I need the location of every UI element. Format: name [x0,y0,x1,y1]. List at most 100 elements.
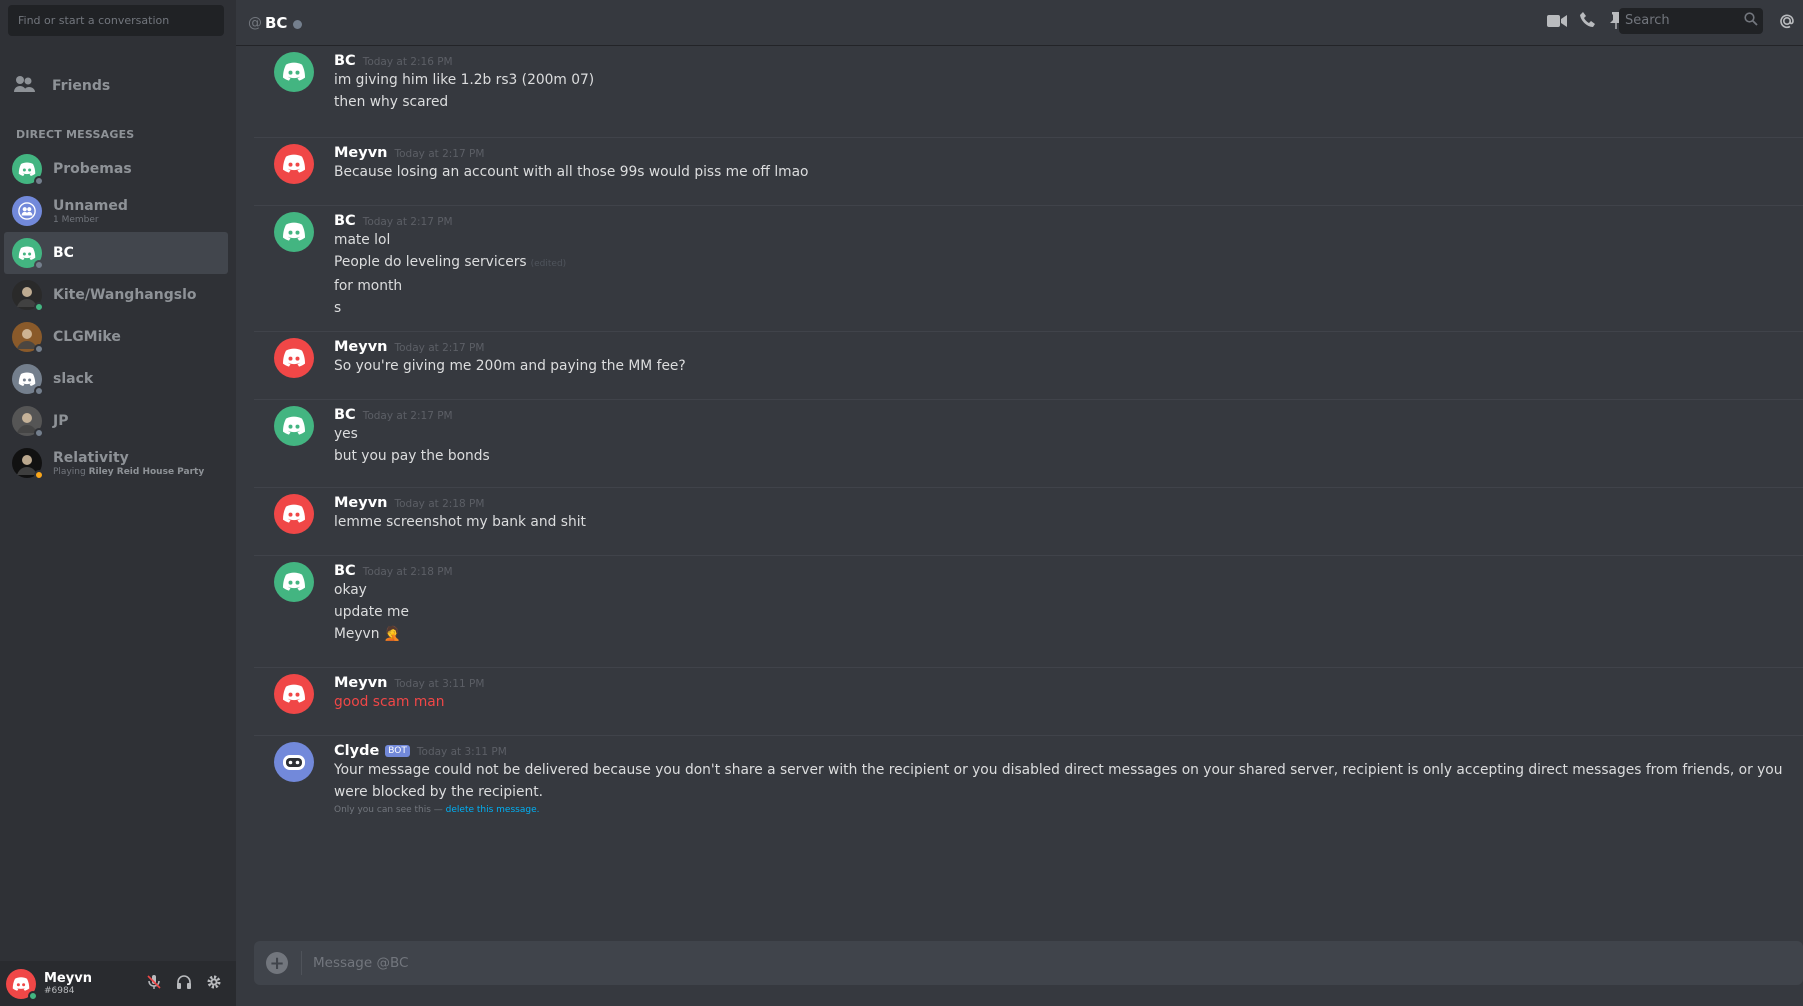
delete-message-link[interactable]: delete this message. [446,805,540,815]
message-line: Because losing an account with all those… [334,161,1803,183]
status-dot [34,386,44,396]
dm-name: BC [53,245,74,261]
message-avatar[interactable] [274,144,314,184]
status-dot [34,344,44,354]
message-text: okay [334,582,367,598]
dm-item[interactable]: Relativity Playing Riley Reid House Party [4,442,228,484]
message-timestamp: Today at 2:17 PM [394,148,485,160]
message-author[interactable]: Meyvn [334,339,388,355]
status-dot [34,428,44,438]
dm-activity-name: Riley Reid House Party [88,466,205,477]
user-panel: Meyvn #6984 [0,961,236,1006]
message-text: update me [334,604,409,620]
message-line: yes [334,423,1803,445]
message-author[interactable]: Clyde [334,743,379,759]
dm-item[interactable]: JP [4,400,228,442]
message-line: update me [334,601,1803,623]
message-text: lemme screenshot my bank and shit [334,514,586,530]
message-line: lemme screenshot my bank and shit [334,511,1803,533]
message-line: good scam man [334,691,1803,713]
message-avatar[interactable] [274,212,314,252]
status-dot [34,176,44,186]
dm-name: Kite/Wanghangslo [53,287,197,303]
mute-microphone-icon[interactable] [146,974,162,994]
find-conversation-input[interactable]: Find or start a conversation [8,5,224,36]
dm-item[interactable]: slack [4,358,228,400]
message-text: for month [334,278,403,294]
message-text: Because losing an account with all those… [334,164,809,180]
dm-item[interactable]: Unnamed 1 Member [4,190,228,232]
message-author[interactable]: Meyvn [334,145,388,161]
user-avatar[interactable] [6,968,38,1001]
message-group: Meyvn Today at 2:17 PM Because losing an a… [254,138,1803,206]
direct-messages-header: DIRECT MESSAGES [16,128,135,141]
message-author[interactable]: BC [334,213,356,229]
message-author[interactable]: BC [334,407,356,423]
message-line: Your message could not be delivered beca… [334,759,1803,803]
message-timestamp: Today at 2:18 PM [362,566,453,578]
message-text: People do leveling servicers [334,254,527,270]
message-composer: + Message @BC [254,941,1803,985]
dm-item[interactable]: Probemas [4,148,228,190]
message-avatar[interactable] [274,494,314,534]
dm-item[interactable]: CLGMike [4,316,228,358]
dm-avatar [12,406,44,438]
voice-call-icon[interactable] [1579,11,1597,33]
message-group: Meyvn Today at 2:17 PM So you're giving me… [254,332,1803,400]
message-avatar[interactable] [274,338,314,378]
ephemeral-note: Only you can see this — delete this mess… [334,805,1803,815]
status-dot [34,470,44,480]
message-author[interactable]: BC [334,53,356,69]
message-input[interactable]: Message @BC [313,955,408,971]
dm-avatar [12,154,44,186]
message-avatar[interactable] [274,52,314,92]
message-avatar[interactable] [274,742,314,782]
status-dot [34,260,44,270]
message-text: good scam man [334,694,445,710]
headphones-icon[interactable] [176,974,192,994]
user-tag: #6984 [44,986,75,996]
message-avatar[interactable] [274,674,314,714]
message-group: Meyvn Today at 3:11 PM good scam man [254,668,1803,736]
message-text: Meyvn 🤦 [334,626,402,642]
dm-name: JP [53,413,69,429]
video-call-icon[interactable] [1547,13,1567,32]
message-timestamp: Today at 3:11 PM [416,746,507,758]
message-avatar[interactable] [274,562,314,602]
message-line: but you pay the bonds [334,445,1803,467]
message-line: So you're giving me 200m and paying the … [334,355,1803,377]
search-input[interactable]: Search [1619,8,1763,34]
message-text: mate lol [334,232,391,248]
dm-sidebar: Find or start a conversation Friends DIR… [0,0,236,1006]
message-author[interactable]: BC [334,563,356,579]
message-line: People do leveling servicers (edited) [334,251,1803,275]
status-dot [34,302,44,312]
dm-subtext: 1 Member [53,215,128,225]
message-group: BC Today at 2:18 PM okay update me Meyvn 🤦 [254,556,1803,668]
dm-item[interactable]: BC [4,232,228,274]
message-avatar[interactable] [274,406,314,446]
message-author[interactable]: Meyvn [334,495,388,511]
settings-gear-icon[interactable] [206,974,222,994]
dm-avatar [12,364,44,396]
friends-nav-item[interactable]: Friends [0,66,236,106]
upload-plus-icon[interactable]: + [266,952,288,974]
search-placeholder: Search [1625,13,1670,28]
user-name: Meyvn [44,971,92,986]
dm-avatar [12,238,44,270]
bot-badge: BOT [385,745,410,757]
mentions-icon[interactable] [1778,12,1796,34]
message-author[interactable]: Meyvn [334,675,388,691]
dm-name: CLGMike [53,329,121,345]
dm-avatar [12,448,44,480]
user-status-dot [28,990,38,1001]
recipient-status-dot [293,19,303,29]
dm-item[interactable]: Kite/Wanghangslo [4,274,228,316]
chat-area: @ BC Search BC Today at 2:16 PM im givin… [236,0,1803,1006]
message-line: mate lol [334,229,1803,251]
dm-avatar [12,280,44,312]
message-text: then why scared [334,94,449,110]
message-line: s [334,297,1803,319]
dm-subtext-prefix: Playing [53,466,89,477]
message-timestamp: Today at 2:17 PM [362,216,453,228]
